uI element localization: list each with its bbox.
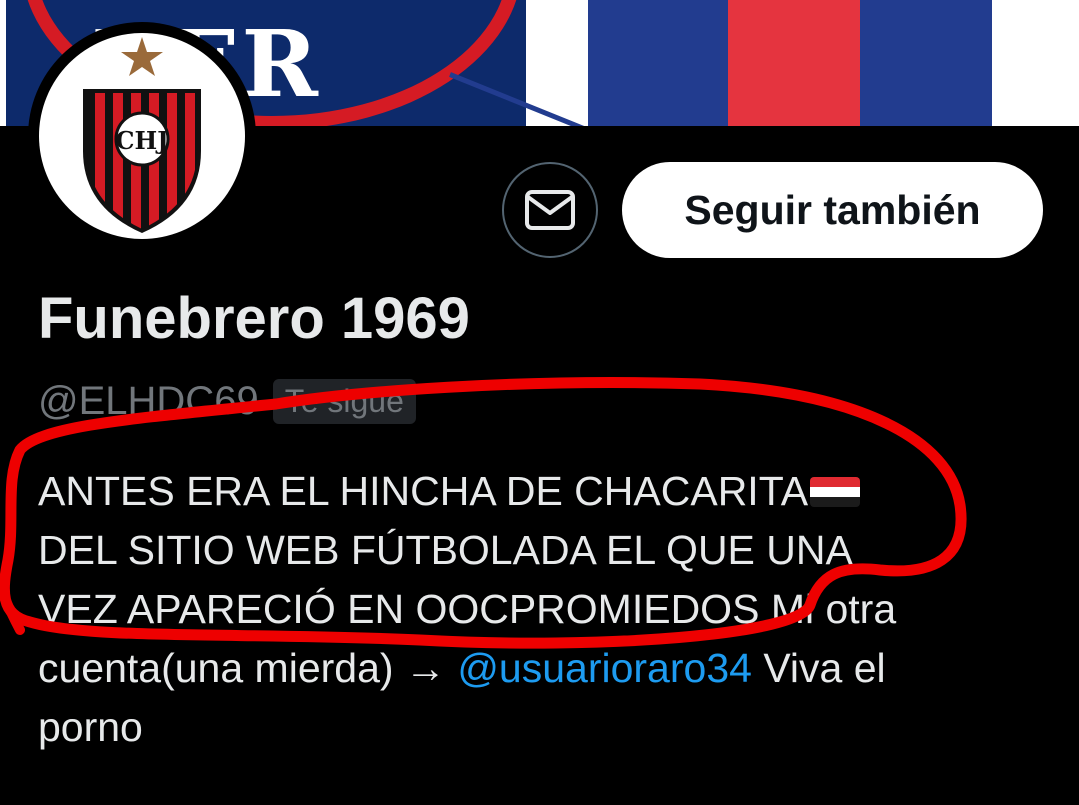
bio-line-3: VEZ APARECIÓ EN OOCPROMIEDOS Mi otra [38,580,1038,639]
flag-emoji-icon [810,477,861,507]
bio-line-4-before: cuenta(una mierda) → [38,645,458,691]
handle-row: @ELHDC69 Te sigue [38,376,416,426]
profile-bio: ANTES ERA EL HINCHA DE CHACARITA DEL SIT… [38,462,1038,757]
club-crest-icon: CHJ [83,37,201,233]
follow-back-label: Seguir también [684,186,981,233]
bio-mention-link[interactable]: @usuarioraro34 [457,645,752,691]
bio-line-2: DEL SITIO WEB FÚTBOLADA EL QUE UNA [38,527,853,573]
avatar-monogram: CHJ [115,126,168,155]
user-handle: @ELHDC69 [38,378,259,423]
bio-line-4-after: Viva el [751,645,886,691]
bio-line-3-after: Mi otra [759,586,897,632]
follow-back-button[interactable]: Seguir también [622,162,1043,258]
mail-icon [525,190,575,230]
bio-line-1: ANTES ERA EL HINCHA DE CHACARITA [38,462,1038,521]
display-name: Funebrero 1969 [38,286,470,351]
bio-line-1-text: ANTES ERA EL HINCHA DE CHACARITA [38,468,809,514]
avatar-image: CHJ [39,33,245,239]
bio-line-4: cuenta(una mierda) → @usuarioraro34 Viva… [38,639,1038,698]
follows-you-badge: Te sigue [272,378,416,424]
avatar[interactable]: CHJ [28,22,256,250]
bio-line-3-text: VEZ APARECIÓ EN OOCPROMIEDOS [38,586,760,632]
message-button[interactable] [502,162,598,258]
bio-line-5: porno [38,704,143,750]
banner-stripes [588,0,992,126]
